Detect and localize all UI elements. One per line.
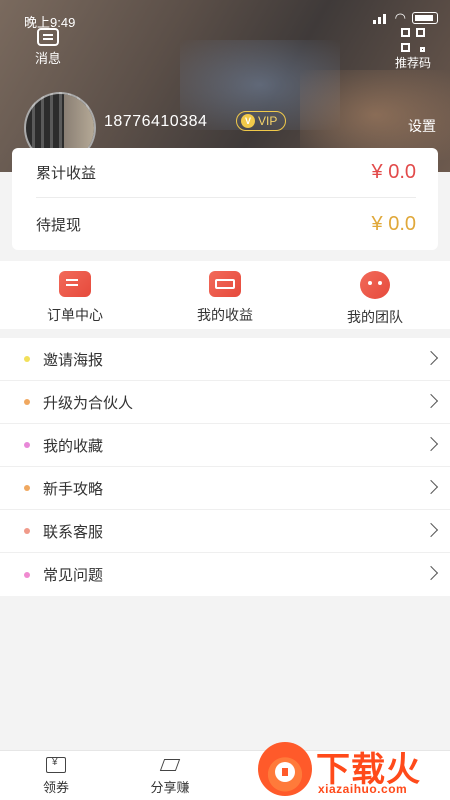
menu-dot (24, 528, 30, 534)
referral-code-button[interactable]: 推荐码 (390, 28, 436, 71)
settings-button[interactable]: 设置 (408, 116, 436, 136)
menu-item-label: 邀请海报 (43, 351, 104, 369)
tab-coupons[interactable]: 领券 (16, 757, 96, 796)
menu-dot (24, 442, 30, 448)
menu-dot (24, 485, 30, 491)
my-team-button[interactable]: 我的团队 (320, 271, 430, 327)
chevron-right-icon (423, 393, 439, 409)
paper-plane-icon (160, 757, 180, 773)
tab-share-earn-label: 分享赚 (150, 780, 190, 795)
menu-item-beginner-guide[interactable]: 新手攻略 (0, 467, 450, 510)
vip-badge: V VIP (236, 111, 287, 131)
chevron-right-icon (423, 565, 439, 581)
signal-icon (372, 12, 389, 24)
order-icon (59, 271, 91, 297)
menu-dot (24, 399, 30, 405)
order-center-button[interactable]: 订单中心 (20, 271, 130, 325)
messages-label: 消息 (34, 51, 61, 66)
user-phone: 18776410384 (104, 113, 208, 130)
menu-item-upgrade-partner[interactable]: 升级为合伙人 (0, 381, 450, 424)
menu-item-faq[interactable]: 常见问题 (0, 553, 450, 596)
status-bar: 晚上9:49 ◠ (0, 0, 450, 30)
my-earnings-label: 我的收益 (197, 307, 253, 323)
chevron-right-icon (423, 350, 439, 366)
total-earnings-label: 累计收益 (36, 165, 97, 182)
tab-coupons-label: 领券 (42, 780, 69, 795)
tab-share-earn[interactable]: 分享赚 (130, 757, 210, 796)
wifi-icon: ◠ (394, 10, 406, 25)
battery-icon (412, 12, 438, 24)
watermark-logo: 下载火 xiazaihuo.com (258, 738, 444, 800)
vip-crown-icon: V (241, 114, 255, 128)
menu-item-label: 升级为合伙人 (43, 394, 134, 412)
my-team-label: 我的团队 (347, 309, 403, 325)
profile-header: 晚上9:49 ◠ 消息 推荐码 18776410384 V VIP 设置 (0, 0, 450, 172)
team-icon (360, 271, 390, 299)
menu-item-label: 常见问题 (43, 567, 104, 584)
menu-dot (24, 571, 30, 578)
menu-item-label: 联系客服 (43, 523, 104, 541)
pending-withdrawal-label: 待提现 (36, 216, 82, 234)
chevron-right-icon (423, 479, 439, 495)
chevron-right-icon (423, 436, 439, 452)
pending-withdrawal-value: ¥ 0.0 (371, 212, 416, 235)
menu-list: 邀请海报 升级为合伙人 我的收藏 新手攻略 联系客服 常见问题 (0, 338, 450, 596)
pending-withdrawal-row[interactable]: 待提现 ¥ 0.0 (36, 199, 416, 249)
menu-item-label: 我的收藏 (43, 437, 104, 455)
coupon-icon (46, 757, 66, 773)
message-icon (37, 28, 59, 46)
order-center-label: 订单中心 (47, 307, 103, 323)
earnings-card: 累计收益 ¥ 0.0 待提现 ¥ 0.0 (12, 148, 438, 250)
messages-button[interactable]: 消息 (28, 28, 68, 67)
wallet-icon (209, 271, 241, 297)
chevron-right-icon (423, 522, 439, 538)
menu-dot (24, 356, 30, 362)
quick-actions: 订单中心 我的收益 我的团队 (0, 261, 450, 329)
total-earnings-value: ¥ 0.0 (371, 161, 416, 183)
vip-label: VIP (258, 114, 278, 128)
menu-item-customer-service[interactable]: 联系客服 (0, 510, 450, 553)
menu-item-favorites[interactable]: 我的收藏 (0, 424, 450, 467)
qr-code-icon (401, 28, 425, 52)
my-earnings-button[interactable]: 我的收益 (170, 271, 280, 325)
menu-item-invite-poster[interactable]: 邀请海报 (0, 338, 450, 381)
total-earnings-row[interactable]: 累计收益 ¥ 0.0 (36, 148, 416, 198)
menu-item-label: 新手攻略 (43, 480, 104, 498)
referral-code-label: 推荐码 (394, 56, 431, 70)
watermark-subtitle: xiazaihuo.com (318, 782, 408, 796)
flame-logo-icon (258, 742, 312, 796)
